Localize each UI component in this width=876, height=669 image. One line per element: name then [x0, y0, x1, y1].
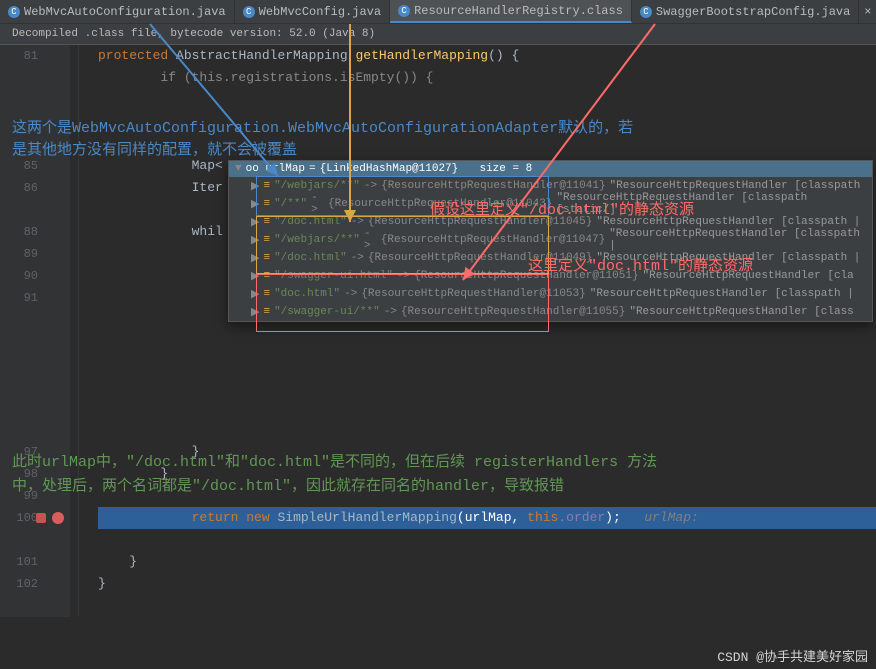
- map-entry-icon: ≡: [263, 306, 270, 318]
- gutter-marks: [50, 45, 70, 617]
- popup-entry[interactable]: ▶ ≡ "/webjars/**" -> {ResourceHttpReques…: [229, 231, 872, 249]
- tab-bar: C WebMvcAutoConfiguration.java C WebMvcC…: [0, 0, 876, 24]
- popup-entry[interactable]: ▶ ≡ "/swagger-ui.html" -> {ResourceHttpR…: [229, 267, 872, 285]
- popup-entry[interactable]: ▶ ≡ "/swagger-ui/**" -> {ResourceHttpReq…: [229, 303, 872, 321]
- map-entry-icon: ≡: [263, 180, 270, 192]
- tab-label: WebMvcConfig.java: [259, 5, 381, 19]
- expand-icon[interactable]: ▶: [251, 287, 259, 301]
- variable-name: oo urlMap: [246, 163, 305, 175]
- decompiled-notice: Decompiled .class file, bytecode version…: [0, 24, 876, 45]
- close-icon: ×: [864, 5, 871, 19]
- class-icon: C: [243, 6, 255, 18]
- tab-overflow[interactable]: ×: [859, 0, 876, 23]
- checkmark-icon: [36, 513, 46, 523]
- expand-icon[interactable]: ▶: [251, 305, 259, 319]
- map-entry-icon: ≡: [263, 288, 270, 300]
- tab-label: WebMvcAutoConfiguration.java: [24, 5, 226, 19]
- expand-icon[interactable]: ▶: [251, 215, 259, 229]
- tab-label: SwaggerBootstrapConfig.java: [656, 5, 850, 19]
- indent-guides: [70, 45, 98, 617]
- tab-swaggerbootstrap[interactable]: C SwaggerBootstrapConfig.java: [632, 0, 859, 23]
- debugger-variable-popup[interactable]: ▼ oo urlMap = {LinkedHashMap@11027} size…: [228, 160, 873, 322]
- expand-icon[interactable]: ▼: [235, 163, 242, 175]
- watermark: CSDN @协手共建美好家园: [717, 646, 868, 665]
- popup-entry[interactable]: ▶ ≡ "/doc.html" -> {ResourceHttpRequestH…: [229, 249, 872, 267]
- tab-resourcehandlerregistry[interactable]: C ResourceHandlerRegistry.class: [390, 0, 632, 23]
- expand-icon[interactable]: ▶: [251, 233, 259, 247]
- expand-icon[interactable]: ▶: [251, 179, 259, 193]
- tab-label: ResourceHandlerRegistry.class: [414, 4, 623, 18]
- map-entry-icon: ≡: [263, 252, 270, 264]
- class-icon: C: [398, 5, 410, 17]
- expand-icon[interactable]: ▶: [251, 251, 259, 265]
- popup-entry[interactable]: ▶ ≡ "doc.html" -> {ResourceHttpRequestHa…: [229, 285, 872, 303]
- expand-icon[interactable]: ▶: [251, 269, 259, 283]
- popup-entry[interactable]: ▶ ≡ "/**" -> {ResourceHttpRequestHandler…: [229, 195, 872, 213]
- code-editor[interactable]: 81 85 86 88 89 90 91 97 98 99 100 101 10…: [0, 45, 876, 617]
- map-entry-icon: ≡: [263, 270, 270, 282]
- breakpoint-icon[interactable]: [52, 512, 64, 524]
- map-entry-icon: ≡: [263, 198, 270, 210]
- popup-header[interactable]: ▼ oo urlMap = {LinkedHashMap@11027} size…: [229, 161, 872, 177]
- code-area[interactable]: protected AbstractHandlerMapping getHand…: [98, 45, 876, 617]
- class-icon: C: [640, 6, 652, 18]
- tab-webmvcconfig[interactable]: C WebMvcConfig.java: [235, 0, 390, 23]
- map-entry-icon: ≡: [263, 216, 270, 228]
- line-gutter: 81 85 86 88 89 90 91 97 98 99 100 101 10…: [0, 45, 50, 617]
- class-icon: C: [8, 6, 20, 18]
- map-entry-icon: ≡: [263, 234, 270, 246]
- expand-icon[interactable]: ▶: [251, 197, 259, 211]
- tab-webmvcautoconfig[interactable]: C WebMvcAutoConfiguration.java: [0, 0, 235, 23]
